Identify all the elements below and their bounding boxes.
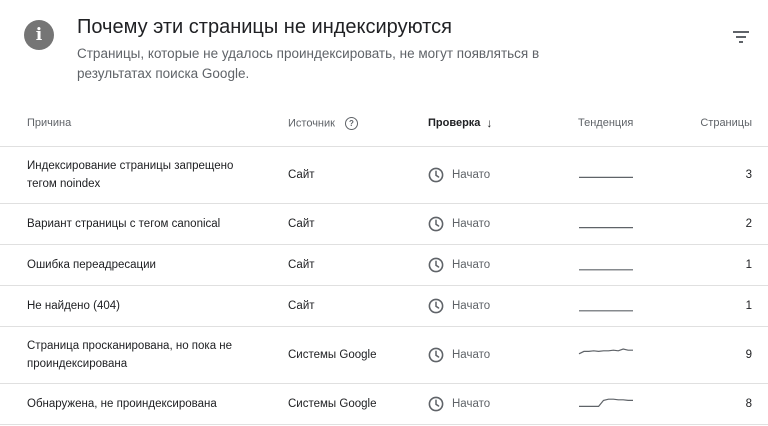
cause-cell: Страница просканирована, но пока не прои… [0,326,288,384]
trend-sparkline [579,269,633,271]
clock-icon [428,347,444,363]
trend-sparkline [579,398,633,407]
trend-sparkline [578,348,633,355]
clock-icon [428,216,444,232]
pages-count: 1 [678,285,768,327]
filter-icon[interactable] [731,28,753,46]
source-cell: Сайт [288,244,428,286]
table-row[interactable]: Ошибка переадресации Сайт Начато 1 [0,244,768,286]
cause-cell: Обнаружена, не проиндексирована [0,383,288,425]
cause-cell: Ошибка переадресации [0,244,288,286]
trend-sparkline [579,310,633,312]
trend-cell [578,383,678,425]
arrow-down-icon[interactable]: ↓ [486,116,492,130]
clock-icon [428,298,444,314]
indexing-issues-table: Причина Источник? Проверка ↓ Тенденция Ст… [0,100,768,425]
cause-cell: Индексирование страницы запрещено тегом … [0,146,288,204]
check-status: Начато [452,169,491,181]
check-status: Начато [452,218,491,230]
check-status: Начато [452,300,491,312]
table-row[interactable]: Обнаружена, не проиндексирована Системы G… [0,383,768,425]
pages-count: 9 [678,326,768,384]
column-header-trend[interactable]: Тенденция [578,100,678,147]
report-header: i Почему эти страницы не индексируются С… [0,0,768,100]
pages-count: 2 [678,203,768,245]
column-header-cause[interactable]: Причина [0,100,288,147]
pages-count: 1 [678,244,768,286]
column-header-check[interactable]: Проверка ↓ [428,100,578,147]
pages-count: 3 [678,146,768,204]
check-cell: Начато [428,285,578,327]
table-row[interactable]: Вариант страницы с тегом canonical Сайт На… [0,203,768,245]
source-cell: Сайт [288,203,428,245]
check-cell: Начато [428,244,578,286]
trend-sparkline [579,176,633,178]
trend-line [579,398,633,407]
check-status: Начато [452,259,491,271]
trend-cell [578,203,678,245]
cause-cell: Вариант страницы с тегом canonical [0,203,288,245]
trend-sparkline [579,227,633,229]
check-cell: Начато [428,383,578,425]
check-status: Начато [452,398,491,410]
source-cell: Системы Google [288,326,428,384]
table-row[interactable]: Не найдено (404) Сайт Начато 1 [0,285,768,327]
table-row[interactable]: Страница просканирована, но пока не прои… [0,326,768,384]
check-cell: Начато [428,203,578,245]
table-header-row: Причина Источник? Проверка ↓ Тенденция Ст… [0,100,768,147]
clock-icon [428,167,444,183]
section-title: Почему эти страницы не индексируются [77,16,452,38]
pages-count: 8 [678,383,768,425]
clock-icon [428,396,444,412]
help-circle-icon[interactable]: ? [344,116,358,130]
check-status: Начато [452,349,491,361]
info-icon: i [24,20,54,50]
cause-cell: Не найдено (404) [0,285,288,327]
source-cell: Сайт [288,146,428,204]
trend-cell [578,285,678,327]
source-cell: Системы Google [288,383,428,425]
trend-line [578,348,633,355]
check-cell: Начато [428,326,578,384]
table-row[interactable]: Индексирование страницы запрещено тегом … [0,146,768,204]
column-header-source[interactable]: Источник? [288,100,428,147]
column-header-pages[interactable]: Страницы [678,100,768,147]
source-cell: Сайт [288,285,428,327]
clock-icon [428,257,444,273]
check-cell: Начато [428,146,578,204]
section-description: Страницы, которые не удалось проиндексир… [77,46,540,81]
trend-cell [578,146,678,204]
trend-cell [578,244,678,286]
trend-cell [578,326,678,384]
